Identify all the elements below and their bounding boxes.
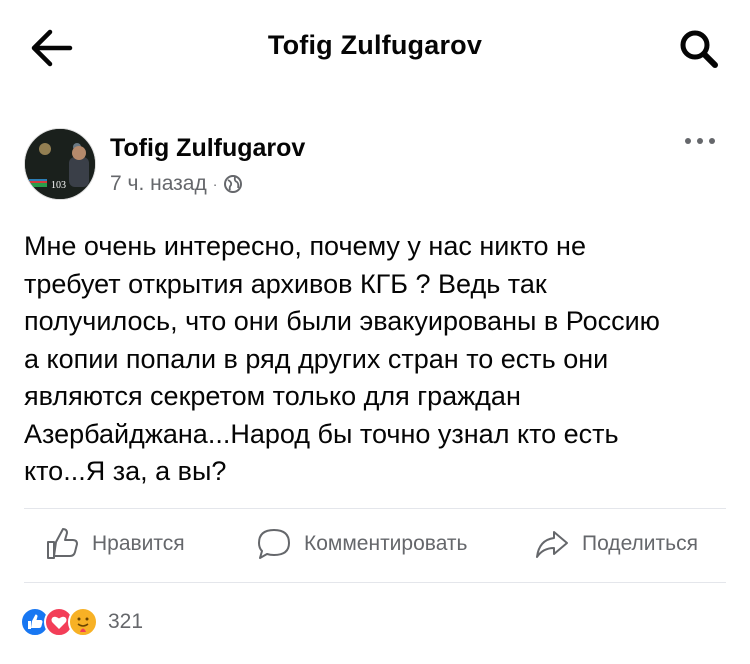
post-actions: Нравится Комментировать Поделиться (0, 518, 750, 574)
more-options-button[interactable] (680, 128, 720, 154)
avatar[interactable]: 103 (24, 128, 96, 200)
post-time[interactable]: 7 ч. назад (110, 172, 207, 196)
post-meta: 7 ч. назад · (110, 172, 243, 196)
divider (24, 582, 726, 583)
reactions-summary[interactable]: 321 (20, 604, 143, 640)
share-label: Поделиться (582, 532, 698, 555)
like-label: Нравится (92, 532, 185, 555)
page-title: Tofig Zulfugarov (267, 30, 483, 60)
top-bar: Tofig Zulfugarov (0, 0, 750, 96)
comment-icon (258, 529, 290, 559)
reaction-count: 321 (108, 610, 144, 633)
comment-label: Комментировать (304, 532, 468, 555)
search-button[interactable] (678, 28, 720, 70)
care-reaction-icon (68, 607, 98, 637)
thumbs-up-icon (47, 528, 78, 559)
divider (24, 508, 726, 509)
globe-icon (224, 175, 243, 193)
avatar-photo: 103 (25, 129, 95, 199)
share-icon (536, 531, 568, 558)
meta-separator: · (212, 176, 218, 192)
post-author[interactable]: Tofig Zulfugarov (110, 134, 305, 163)
search-icon (680, 30, 718, 68)
like-button[interactable]: Нравится (44, 526, 185, 562)
comment-button[interactable]: Комментировать (256, 526, 467, 562)
share-button[interactable]: Поделиться (534, 526, 698, 562)
post-text: Мне очень интересно, почему у нас никто … (24, 231, 660, 486)
more-dots-icon (685, 138, 715, 144)
avatar-badge-text: 103 (51, 180, 66, 191)
